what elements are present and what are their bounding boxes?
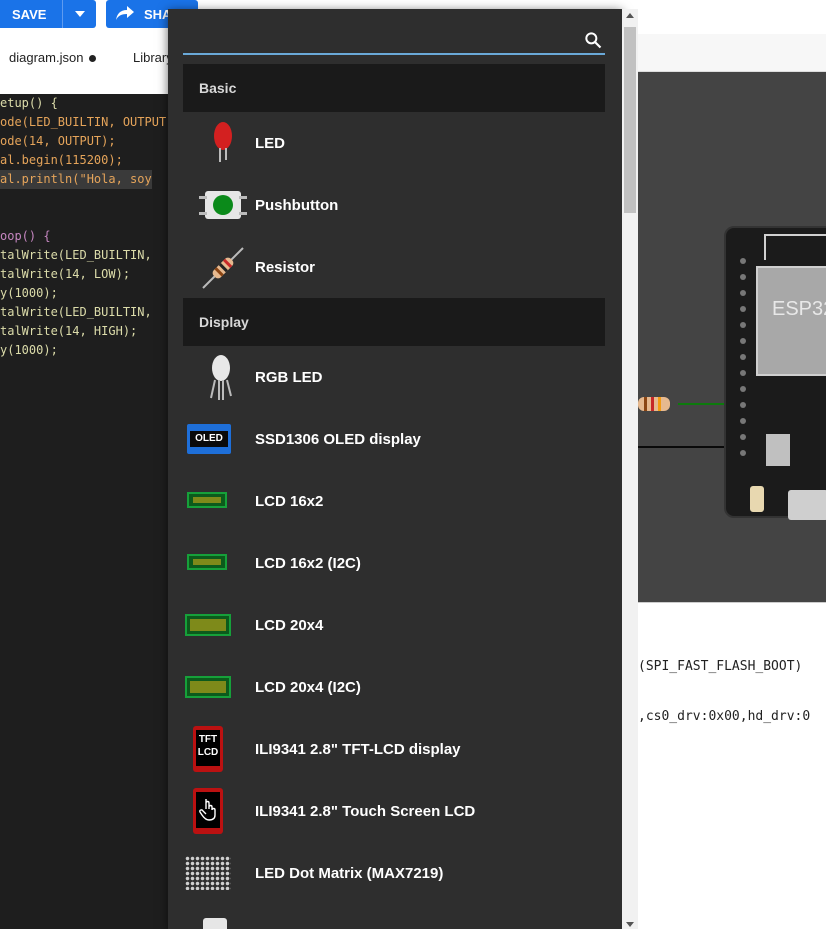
- touch-screen-icon: [183, 780, 255, 842]
- board-pin[interactable]: [740, 418, 746, 424]
- code-line: talWrite(LED_BUILTIN,: [0, 248, 152, 262]
- search-field[interactable]: [183, 25, 605, 55]
- part-item-lcd-20x4-i2c[interactable]: LCD 20x4 (I2C): [183, 656, 605, 718]
- board-pin[interactable]: [740, 338, 746, 344]
- chevron-down-icon[interactable]: [63, 11, 96, 17]
- dot-matrix-icon: [183, 842, 255, 904]
- scroll-up-arrow-icon[interactable]: [626, 13, 634, 18]
- code-line: oop() {: [0, 229, 51, 243]
- serial-monitor: (SPI_FAST_FLASH_BOOT) ,cs0_drv:0x00,hd_d…: [638, 602, 826, 929]
- share-icon: [116, 5, 134, 23]
- save-button-label: SAVE: [12, 6, 47, 22]
- part-item-resistor[interactable]: Resistor: [183, 236, 605, 298]
- part-label: LCD 20x4 (I2C): [255, 678, 361, 696]
- part-label: ILI9341 2.8" TFT-LCD display: [255, 740, 461, 758]
- pushbutton-icon: [183, 174, 255, 236]
- code-line: etup() {: [0, 96, 58, 110]
- oled-display-icon: OLED: [183, 408, 255, 470]
- board-pin[interactable]: [740, 274, 746, 280]
- esp32-chip: ESP32: [756, 266, 826, 376]
- search-icon[interactable]: [583, 30, 603, 50]
- part-item-pushbutton[interactable]: Pushbutton: [183, 174, 605, 236]
- save-button[interactable]: SAVE: [0, 0, 96, 28]
- board-pin[interactable]: [740, 450, 746, 456]
- board-pin[interactable]: [740, 306, 746, 312]
- serial-line: ,cs0_drv:0x00,hd_drv:0: [638, 709, 811, 724]
- board-label: ESP32: [772, 298, 826, 320]
- board-pin[interactable]: [740, 322, 746, 328]
- part-label: ILI9341 2.8" Touch Screen LCD: [255, 802, 476, 820]
- section-header-display: Display: [183, 298, 605, 346]
- part-label: LCD 20x4: [255, 616, 324, 634]
- simulator-toolbar: [638, 34, 826, 72]
- code-line: y(1000);: [0, 286, 58, 300]
- lcd-20x4-icon: [183, 594, 255, 656]
- antenna-trace: [764, 234, 826, 260]
- code-line: talWrite(14, LOW);: [0, 267, 131, 281]
- part-label: SSD1306 OLED display: [255, 430, 421, 448]
- rgb-led-icon: [183, 346, 255, 408]
- tab-label: Library: [133, 50, 173, 65]
- part-label: RGB LED: [255, 368, 323, 386]
- part-item-ili9341-tft[interactable]: TFT LCD ILI9341 2.8" TFT-LCD display: [183, 718, 605, 780]
- green-wire[interactable]: [678, 403, 728, 405]
- board-pin[interactable]: [740, 354, 746, 360]
- part-label: Pushbutton: [255, 196, 339, 214]
- code-line: al.begin(115200);: [0, 153, 123, 167]
- part-item-ssd1306-oled[interactable]: OLED SSD1306 OLED display: [183, 408, 605, 470]
- black-wire[interactable]: [638, 446, 728, 448]
- lcd-16x2-i2c-icon: [183, 532, 255, 594]
- editor-tabs: diagram.json Library: [0, 34, 173, 94]
- panel-scrollbar[interactable]: [622, 9, 638, 929]
- serial-line: (SPI_FAST_FLASH_BOOT): [638, 659, 803, 674]
- oled-icon-text: OLED: [190, 431, 228, 447]
- scroll-down-arrow-icon[interactable]: [626, 922, 634, 927]
- simulation-canvas[interactable]: ESP32: [638, 72, 826, 602]
- code-line: ode(LED_BUILTIN, OUTPUT);: [0, 115, 181, 129]
- part-item-led[interactable]: LED: [183, 112, 605, 174]
- board-pin[interactable]: [740, 402, 746, 408]
- board-pin[interactable]: [740, 290, 746, 296]
- part-item-lcd-16x2-i2c[interactable]: LCD 16x2 (I2C): [183, 532, 605, 594]
- tab-library[interactable]: Library: [133, 50, 173, 65]
- part-item-led-dot-matrix[interactable]: LED Dot Matrix (MAX7219): [183, 842, 605, 904]
- part-item-partial[interactable]: [183, 904, 605, 929]
- code-line: al.println("Hola, soy: [0, 170, 152, 189]
- neopixel-icon: [183, 904, 255, 929]
- board-pin[interactable]: [740, 370, 746, 376]
- board-pin[interactable]: [740, 386, 746, 392]
- led-icon: [183, 112, 255, 174]
- tab-diagram-json[interactable]: diagram.json: [9, 50, 97, 65]
- lcd-16x2-icon: [183, 470, 255, 532]
- resistor-icon: [183, 236, 255, 298]
- unsaved-dot-icon: [89, 55, 97, 63]
- part-label: Resistor: [255, 258, 316, 276]
- part-item-ili9341-touch[interactable]: ILI9341 2.8" Touch Screen LCD: [183, 780, 605, 842]
- resistor-part[interactable]: [638, 397, 670, 411]
- code-line: ode(14, OUTPUT);: [0, 134, 116, 148]
- board-pin[interactable]: [740, 434, 746, 440]
- tab-label: diagram.json: [9, 50, 84, 65]
- code-editor[interactable]: etup() { ode(LED_BUILTIN, OUTPUT); ode(1…: [0, 94, 181, 929]
- voltage-regulator: [766, 434, 790, 466]
- code-line: talWrite(14, HIGH);: [0, 324, 138, 338]
- part-item-lcd-16x2[interactable]: LCD 16x2: [183, 470, 605, 532]
- part-item-rgb-led[interactable]: RGB LED: [183, 346, 605, 408]
- section-header-basic: Basic: [183, 64, 605, 112]
- code-line: talWrite(LED_BUILTIN,: [0, 305, 152, 319]
- usb-port: [788, 490, 826, 520]
- tft-display-icon: TFT LCD: [183, 718, 255, 780]
- lcd-20x4-i2c-icon: [183, 656, 255, 718]
- part-label: LCD 16x2: [255, 492, 324, 510]
- boot-button[interactable]: [750, 486, 764, 512]
- board-pin[interactable]: [740, 258, 746, 264]
- add-part-panel: Basic LED Pushbutton Resistor Display RG…: [168, 9, 622, 929]
- scrollbar-thumb[interactable]: [624, 27, 636, 213]
- part-label: LED: [255, 134, 285, 152]
- code-line: y(1000);: [0, 343, 58, 357]
- part-label: LED Dot Matrix (MAX7219): [255, 864, 444, 882]
- part-item-lcd-20x4[interactable]: LCD 20x4: [183, 594, 605, 656]
- esp32-board[interactable]: ESP32: [724, 226, 826, 520]
- part-label: LCD 16x2 (I2C): [255, 554, 361, 572]
